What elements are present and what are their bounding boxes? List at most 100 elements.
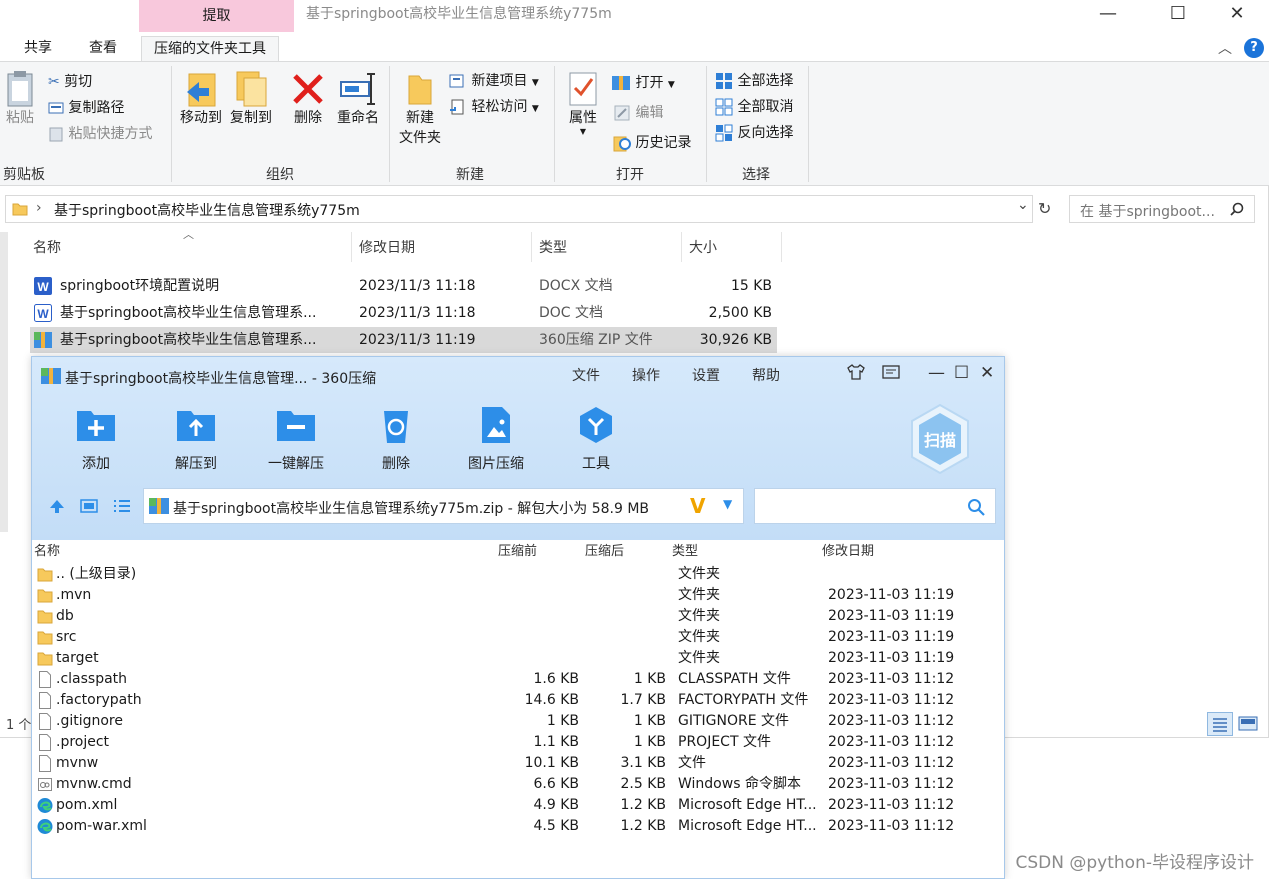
easy-access-icon bbox=[450, 99, 464, 115]
open-button[interactable]: 打开 ▼ bbox=[611, 72, 675, 96]
address-bar[interactable]: › 基于springboot高校毕业生信息管理系统y775m bbox=[5, 195, 1033, 223]
zip-item-name: src bbox=[56, 629, 77, 645]
zip-col-before[interactable]: 压缩前 bbox=[498, 540, 537, 559]
address-dropdown-icon[interactable]: ⌄ bbox=[1017, 197, 1029, 213]
zip-list-item[interactable]: db 文件夹 2023-11-03 11:19 bbox=[32, 606, 1004, 627]
thumbnail-view-icon[interactable] bbox=[80, 498, 98, 518]
zip-list-item[interactable]: .project 1.1 KB 1 KB PROJECT 文件 2023-11-03 1… bbox=[32, 732, 1004, 753]
copy-path-button[interactable]: 复制路径 bbox=[48, 97, 124, 119]
add-button[interactable]: 添加 bbox=[48, 405, 144, 472]
menu-file[interactable]: 文件 bbox=[572, 365, 600, 385]
new-item-button[interactable]: 新建项目 ▼ bbox=[449, 70, 539, 94]
edge-browser-icon bbox=[37, 798, 53, 813]
feedback-icon[interactable] bbox=[881, 363, 901, 386]
nav-pane-scrollbar[interactable] bbox=[0, 232, 8, 532]
refresh-icon[interactable]: ↻ bbox=[1038, 199, 1051, 218]
copy-to-button[interactable]: 复制到 bbox=[226, 70, 276, 128]
zip-minimize-button[interactable]: — bbox=[928, 363, 945, 383]
column-header-name[interactable]: 名称 bbox=[33, 232, 61, 264]
zip-maximize-button[interactable]: ☐ bbox=[954, 363, 969, 383]
easy-access-button[interactable]: 轻松访问 ▼ bbox=[449, 96, 539, 120]
zip-list-item[interactable]: .gitignore 1 KB 1 KB GITIGNORE 文件 2023-11-03… bbox=[32, 711, 1004, 732]
path-dropdown-icon[interactable]: ▼ bbox=[723, 497, 732, 511]
file-row-selected[interactable]: 基于springboot高校毕业生信息管理系... 2023/11/3 11:1… bbox=[30, 327, 777, 353]
edit-button[interactable]: 编辑 bbox=[613, 102, 663, 124]
zip-list-item[interactable]: mvnw.cmd 6.6 KB 2.5 KB Windows 命令脚本 2023-11-… bbox=[32, 774, 1004, 795]
zip-item-type: GITIGNORE 文件 bbox=[678, 713, 790, 729]
scan-button[interactable]: 扫描 bbox=[908, 403, 972, 475]
file-row[interactable]: W springboot环境配置说明 2023/11/3 11:18 DOCX … bbox=[30, 273, 777, 299]
maximize-button[interactable]: ☐ bbox=[1155, 0, 1201, 28]
group-label-open: 打开 bbox=[616, 167, 644, 183]
zip-close-button[interactable]: ✕ bbox=[980, 363, 994, 383]
zip-list-item[interactable]: mvnw 10.1 KB 3.1 KB 文件 2023-11-03 11:12 bbox=[32, 753, 1004, 774]
move-to-button[interactable]: 移动到 bbox=[176, 70, 226, 128]
column-header-date[interactable]: 修改日期 bbox=[359, 232, 415, 264]
new-folder-button[interactable]: 新建 文件夹 bbox=[396, 70, 444, 148]
delete-button[interactable]: 删除 bbox=[288, 70, 328, 128]
select-none-button[interactable]: 全部取消 bbox=[715, 96, 793, 118]
zip-list-item[interactable]: .. (上级目录) 文件夹 bbox=[32, 564, 1004, 585]
tab-extract[interactable]: 提取 bbox=[139, 0, 294, 32]
zip-item-type: 文件 bbox=[678, 755, 706, 771]
history-button[interactable]: 历史记录 bbox=[613, 132, 691, 154]
zip-list-item[interactable]: pom.xml 4.9 KB 1.2 KB Microsoft Edge HT... 2… bbox=[32, 795, 1004, 816]
zip-item-before: 1.1 KB bbox=[533, 734, 580, 750]
zip-col-date[interactable]: 修改日期 bbox=[822, 540, 874, 559]
folder-icon bbox=[12, 203, 28, 216]
column-header-type[interactable]: 类型 bbox=[539, 232, 567, 264]
one-click-extract-button[interactable]: 一键解压 bbox=[248, 405, 344, 472]
zip-list-item[interactable]: pom-war.xml 4.5 KB 1.2 KB Microsoft Edge HT… bbox=[32, 816, 1004, 837]
tab-compressed-folder-tools[interactable]: 压缩的文件夹工具 bbox=[141, 36, 279, 61]
file-icon bbox=[39, 713, 51, 730]
tab-view[interactable]: 查看 bbox=[77, 36, 129, 61]
menu-help[interactable]: 帮助 bbox=[752, 365, 780, 385]
properties-button[interactable]: 属性 ▼ bbox=[563, 70, 603, 136]
menu-operation[interactable]: 操作 bbox=[632, 365, 660, 385]
zip-path-bar[interactable]: 基于springboot高校毕业生信息管理系统y775m.zip - 解包大小为… bbox=[143, 488, 744, 524]
explorer-search-input[interactable]: 在 基于springboot... bbox=[1069, 195, 1255, 223]
zip-item-date: 2023-11-03 11:12 bbox=[828, 692, 955, 708]
zip-col-type[interactable]: 类型 bbox=[672, 540, 698, 559]
invert-selection-button[interactable]: 反向选择 bbox=[715, 122, 793, 144]
paste-shortcut-button[interactable]: 粘贴快捷方式 bbox=[48, 123, 152, 145]
close-button[interactable]: ✕ bbox=[1214, 0, 1260, 28]
zip-delete-button[interactable]: 删除 bbox=[348, 405, 444, 472]
file-row[interactable]: W 基于springboot高校毕业生信息管理系... 2023/11/3 11… bbox=[30, 300, 777, 326]
list-view-icon[interactable] bbox=[112, 498, 132, 518]
tools-button[interactable]: 工具 bbox=[548, 405, 644, 472]
zip-list-item[interactable]: target 文件夹 2023-11-03 11:19 bbox=[32, 648, 1004, 669]
zip-search-input[interactable] bbox=[754, 488, 996, 524]
select-all-button[interactable]: 全部选择 bbox=[715, 70, 793, 92]
sort-ascending-icon: ︿ bbox=[183, 228, 194, 241]
file-name: 基于springboot高校毕业生信息管理系... bbox=[60, 305, 317, 321]
zip-list-item[interactable]: src 文件夹 2023-11-03 11:19 bbox=[32, 627, 1004, 648]
minimize-button[interactable]: — bbox=[1085, 0, 1131, 28]
skin-shirt-icon[interactable] bbox=[846, 363, 866, 386]
add-label: 添加 bbox=[82, 456, 110, 472]
zip-list-item[interactable]: .factorypath 14.6 KB 1.7 KB FACTORYPATH 文件 2… bbox=[32, 690, 1004, 711]
large-icons-view-button[interactable] bbox=[1236, 712, 1262, 736]
zip-item-after: 1.7 KB bbox=[620, 692, 667, 708]
menu-settings[interactable]: 设置 bbox=[692, 365, 720, 385]
rename-button[interactable]: 重命名 bbox=[334, 70, 382, 128]
search-icon[interactable] bbox=[967, 498, 985, 516]
copy-path-icon bbox=[48, 102, 64, 114]
file-size: 15 KB bbox=[730, 278, 772, 294]
collapse-ribbon-icon[interactable]: ︿ bbox=[1218, 38, 1232, 58]
cut-button[interactable]: ✂ 剪切 bbox=[48, 71, 92, 93]
invert-selection-icon bbox=[715, 124, 733, 142]
tab-share[interactable]: 共享 bbox=[12, 36, 64, 61]
zip-list-item[interactable]: .classpath 1.6 KB 1 KB CLASSPATH 文件 2023-11-… bbox=[32, 669, 1004, 690]
column-header-size[interactable]: 大小 bbox=[689, 232, 717, 264]
zip-list-item[interactable]: .mvn 文件夹 2023-11-03 11:19 bbox=[32, 585, 1004, 606]
extract-to-button[interactable]: 解压到 bbox=[148, 405, 244, 472]
v-badge-icon[interactable]: V bbox=[690, 494, 705, 518]
up-level-icon[interactable] bbox=[48, 498, 66, 518]
paste-button[interactable]: 粘贴 bbox=[2, 70, 38, 128]
zip-col-after[interactable]: 压缩后 bbox=[585, 540, 624, 559]
zip-col-name[interactable]: 名称 bbox=[34, 540, 60, 559]
help-icon[interactable]: ? bbox=[1244, 38, 1264, 58]
details-view-button[interactable] bbox=[1207, 712, 1233, 736]
image-compress-button[interactable]: 图片压缩 bbox=[448, 405, 544, 472]
